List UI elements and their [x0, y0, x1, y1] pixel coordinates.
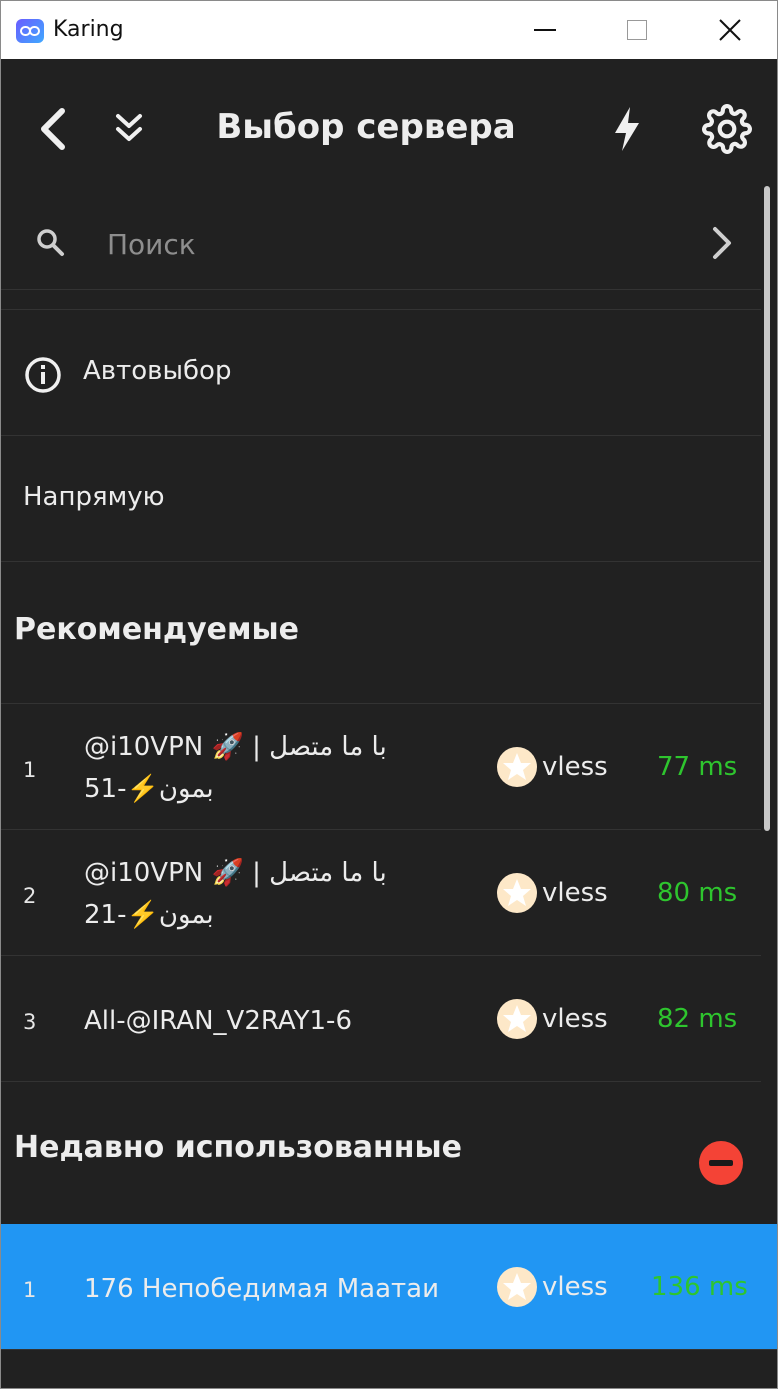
- app-title: Karing: [53, 17, 124, 42]
- server-row[interactable]: 3 All-@IRAN_V2RAY1-6 vless 82 ms: [1, 956, 761, 1082]
- chevron-right-icon: [713, 227, 731, 259]
- auto-select-item[interactable]: Автовыбор: [1, 310, 761, 436]
- info-icon: [25, 357, 61, 393]
- search-bar: [1, 201, 761, 290]
- server-index: 1: [23, 758, 37, 782]
- app-bar: Выбор сервера: [1, 59, 777, 201]
- server-row[interactable]: 2 @i10VPN 🚀 | با ما متصل بمون⚡️-21 vless…: [1, 830, 761, 956]
- server-name: All-@IRAN_V2RAY1-6: [84, 1006, 352, 1036]
- server-protocol: vless: [542, 1272, 608, 1302]
- star-icon: [497, 1267, 537, 1307]
- gear-icon: [702, 104, 752, 154]
- title-bar: Karing: [1, 1, 777, 59]
- server-name: 176 Непобедимая Маатаи: [84, 1274, 439, 1304]
- karing-logo-icon: [16, 19, 44, 43]
- server-protocol: vless: [542, 752, 608, 782]
- speed-test-button[interactable]: [597, 99, 657, 159]
- lightning-icon: [615, 107, 639, 151]
- close-icon: [719, 19, 741, 41]
- page-title: Выбор сервера: [216, 107, 516, 147]
- server-index: 1: [23, 1278, 37, 1302]
- maximize-button[interactable]: [591, 1, 683, 59]
- close-button[interactable]: [684, 1, 776, 59]
- app-window: Karing Выбор сервера Поиск Автовыбор Нап…: [0, 0, 778, 1389]
- server-row[interactable]: 1 @i10VPN 🚀 | با ما متصل بمون⚡️-51 vless…: [1, 704, 761, 830]
- section-title: Недавно использованные: [14, 1130, 462, 1165]
- server-index: 3: [23, 1010, 37, 1034]
- settings-button[interactable]: [697, 99, 757, 159]
- minus-icon: [709, 1160, 733, 1166]
- server-index: 2: [23, 884, 37, 908]
- search-input[interactable]: [105, 221, 669, 267]
- server-name: @i10VPN 🚀 | با ما متصل بمون⚡️-51: [84, 732, 387, 804]
- clear-recent-button[interactable]: [699, 1141, 743, 1185]
- direct-label: Напрямую: [23, 482, 165, 512]
- scrollbar[interactable]: [764, 186, 770, 831]
- server-protocol: vless: [542, 878, 608, 908]
- server-row-selected[interactable]: 1 176 Непобедимая Маатаи vless 136 ms: [1, 1224, 777, 1350]
- search-submit-button[interactable]: [707, 221, 737, 269]
- auto-select-label: Автовыбор: [83, 356, 232, 386]
- star-icon: [497, 873, 537, 913]
- maximize-icon: [627, 20, 647, 40]
- server-protocol: vless: [542, 1004, 608, 1034]
- minimize-button[interactable]: [499, 1, 591, 59]
- server-name: @i10VPN 🚀 | با ما متصل بمون⚡️-21: [84, 858, 387, 930]
- back-button[interactable]: [23, 99, 83, 159]
- server-latency: 80 ms: [657, 878, 738, 908]
- chevron-left-icon: [41, 108, 65, 150]
- star-icon: [497, 747, 537, 787]
- divider: [1, 289, 761, 310]
- star-icon: [497, 999, 537, 1039]
- server-latency: 136 ms: [651, 1272, 748, 1302]
- server-latency: 77 ms: [657, 752, 738, 782]
- section-title: Рекомендуемые: [14, 612, 300, 647]
- minimize-icon: [534, 29, 556, 31]
- search-icon: [37, 229, 64, 256]
- double-chevron-down-icon: [116, 114, 142, 141]
- direct-item[interactable]: Напрямую: [1, 436, 761, 562]
- recommended-section-header: Рекомендуемые: [1, 562, 761, 704]
- recent-section-header: Недавно использованные: [1, 1082, 761, 1224]
- server-latency: 82 ms: [657, 1004, 738, 1034]
- collapse-all-button[interactable]: [99, 99, 159, 159]
